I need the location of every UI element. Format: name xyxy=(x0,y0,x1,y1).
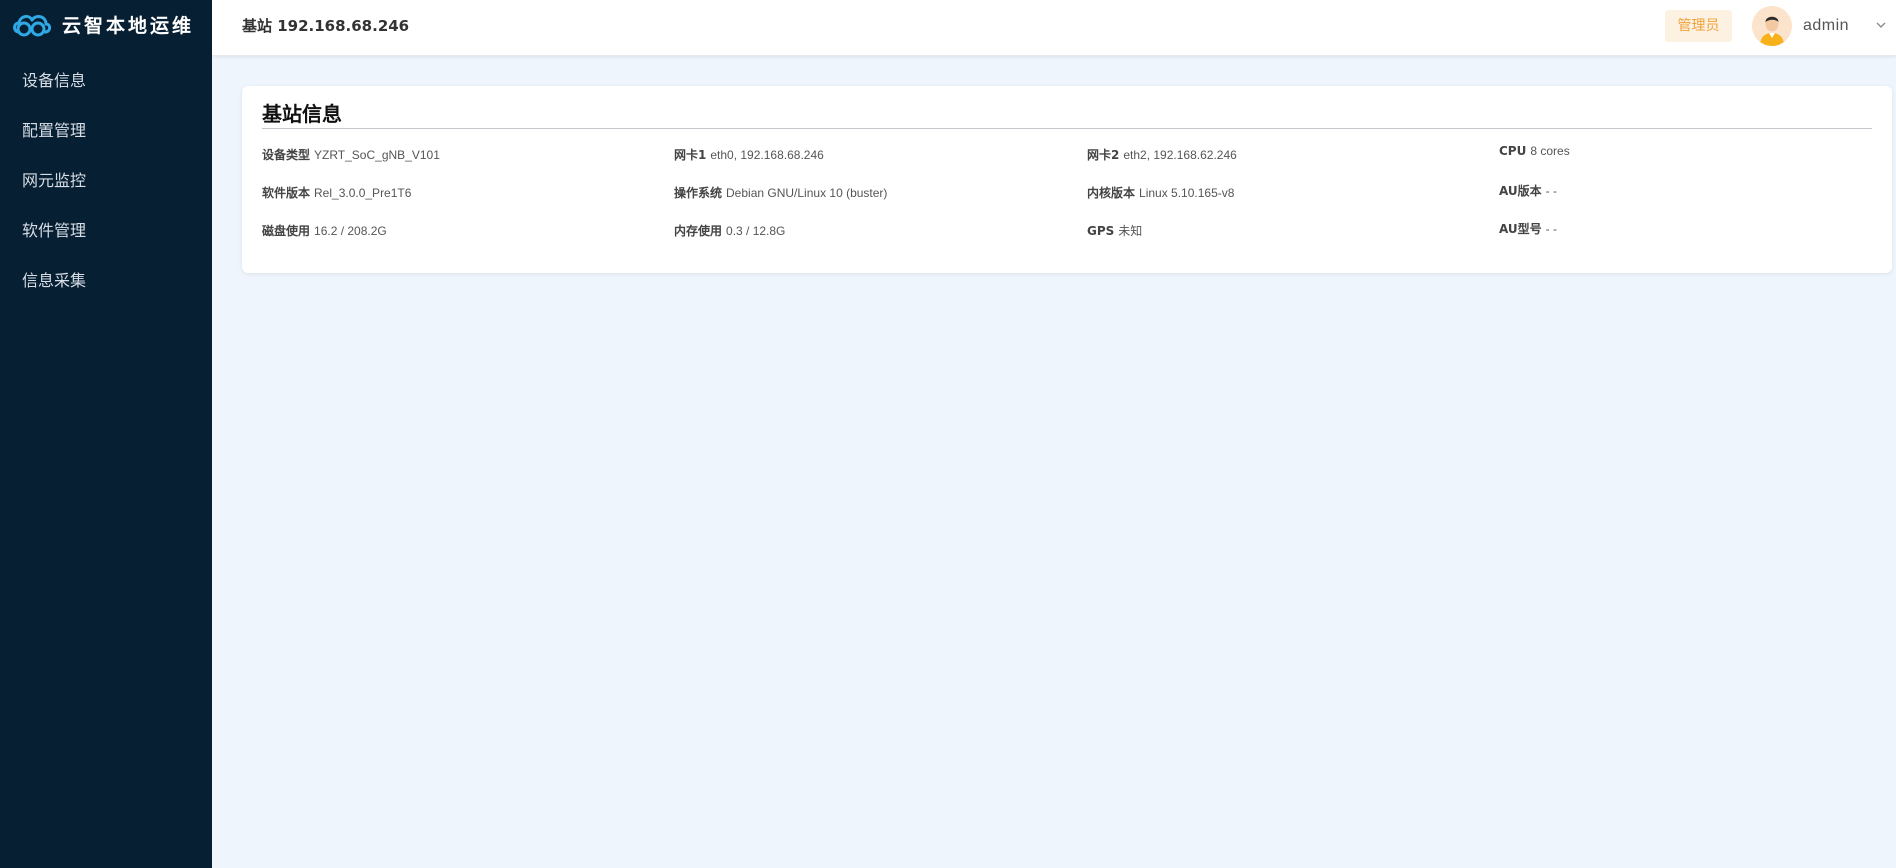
info-value: - - xyxy=(1545,184,1557,198)
info-label: AU型号 xyxy=(1499,222,1542,236)
info-value: 未知 xyxy=(1118,224,1143,238)
app-title: 云智本地运维 xyxy=(62,14,195,37)
sidebar-menu: 设备信息 配置管理 网元监控 软件管理 信息采集 xyxy=(0,56,212,306)
role-badge: 管理员 xyxy=(1665,10,1732,42)
info-value: 8 cores xyxy=(1530,144,1570,158)
info-label: CPU xyxy=(1499,144,1527,158)
info-software-version: 软件版本 Rel_3.0.0_Pre1T6 xyxy=(262,184,411,201)
sidebar-item-config[interactable]: 配置管理 xyxy=(0,106,212,156)
info-value: 16.2 / 208.2G xyxy=(314,224,387,238)
sidebar-item-ne-monitor[interactable]: 网元监控 xyxy=(0,156,212,206)
user-avatar-icon[interactable] xyxy=(1752,6,1792,46)
info-nic2: 网卡2 eth2, 192.168.62.246 xyxy=(1087,146,1237,163)
info-label: 软件版本 xyxy=(262,186,311,200)
info-value: 0.3 / 12.8G xyxy=(726,224,786,238)
info-kernel: 内核版本 Linux 5.10.165-v8 xyxy=(1087,184,1234,201)
info-memory-usage: 内存使用 0.3 / 12.8G xyxy=(674,222,785,239)
info-label: 磁盘使用 xyxy=(262,224,311,238)
info-label: 操作系统 xyxy=(674,186,723,200)
info-value: Linux 5.10.165-v8 xyxy=(1139,186,1235,200)
app-logo[interactable]: 云智本地运维 xyxy=(10,4,194,44)
info-os: 操作系统 Debian GNU/Linux 10 (buster) xyxy=(674,184,887,201)
sidebar-item-device-info[interactable]: 设备信息 xyxy=(0,56,212,106)
card-divider xyxy=(262,128,1872,129)
info-value: Debian GNU/Linux 10 (buster) xyxy=(726,186,888,200)
info-row: 设备类型 YZRT_SoC_gNB_V101 网卡1 eth0, 192.168.6… xyxy=(262,144,1892,166)
info-au-version: AU版本 - - xyxy=(1499,182,1557,199)
info-au-model: AU型号 - - xyxy=(1499,220,1557,237)
info-value: YZRT_SoC_gNB_V101 xyxy=(314,148,440,162)
info-device-type: 设备类型 YZRT_SoC_gNB_V101 xyxy=(262,146,440,163)
info-disk-usage: 磁盘使用 16.2 / 208.2G xyxy=(262,222,387,239)
info-label: AU版本 xyxy=(1499,184,1542,198)
info-gps: GPS 未知 xyxy=(1087,222,1142,239)
info-nic1: 网卡1 eth0, 192.168.68.246 xyxy=(674,146,824,163)
page-title: 基站 192.168.68.246 xyxy=(242,17,410,35)
info-value: - - xyxy=(1545,222,1557,236)
info-value: eth2, 192.168.62.246 xyxy=(1123,148,1237,162)
info-cpu: CPU 8 cores xyxy=(1499,144,1570,158)
cloud-logo-icon xyxy=(13,14,52,37)
info-row: 软件版本 Rel_3.0.0_Pre1T6 操作系统 Debian GNU/Linu… xyxy=(262,184,1892,204)
info-value: eth0, 192.168.68.246 xyxy=(710,148,824,162)
info-label: 网卡2 xyxy=(1087,148,1120,162)
info-row: 磁盘使用 16.2 / 208.2G 内存使用 0.3 / 12.8G GPS 未知 … xyxy=(262,222,1892,242)
username[interactable]: admin xyxy=(1803,0,1849,52)
info-label: 内存使用 xyxy=(674,224,723,238)
sidebar-item-info-collect[interactable]: 信息采集 xyxy=(0,256,212,306)
info-label: 内核版本 xyxy=(1087,186,1136,200)
info-value: Rel_3.0.0_Pre1T6 xyxy=(314,186,412,200)
info-label: GPS xyxy=(1087,224,1115,238)
info-label: 设备类型 xyxy=(262,148,311,162)
base-station-info-card: 基站信息 设备类型 YZRT_SoC_gNB_V101 网卡1 eth0, 192.… xyxy=(242,86,1892,273)
top-header: 基站 192.168.68.246 管理员 admin xyxy=(212,0,1896,56)
card-title: 基站信息 xyxy=(262,102,342,126)
sidebar-item-software[interactable]: 软件管理 xyxy=(0,206,212,256)
info-label: 网卡1 xyxy=(674,148,707,162)
sidebar: 云智本地运维 设备信息 配置管理 网元监控 软件管理 信息采集 xyxy=(0,0,212,868)
chevron-down-icon[interactable] xyxy=(1876,20,1886,30)
